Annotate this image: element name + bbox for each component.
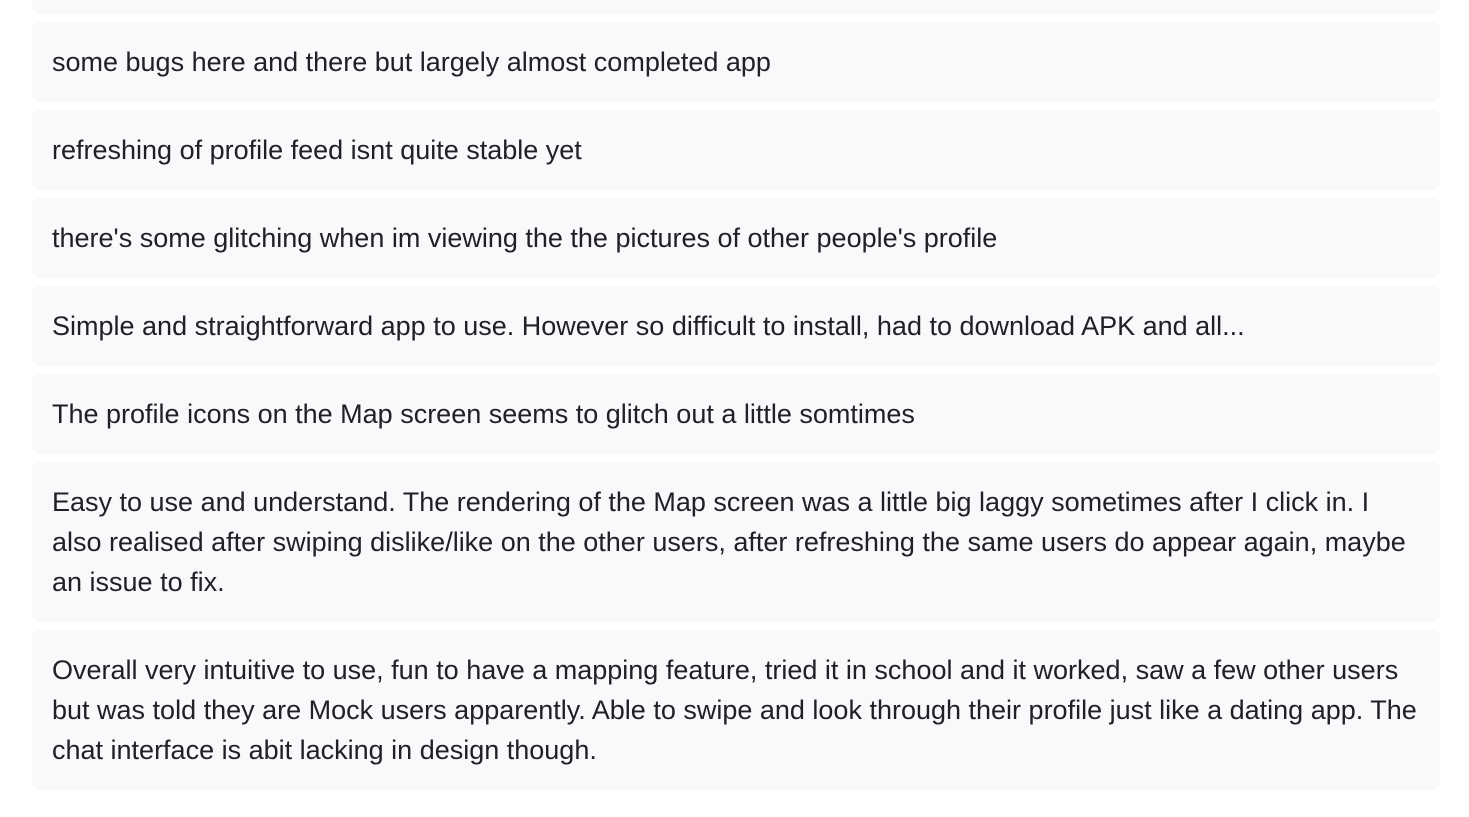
response-card: there's some glitching when im viewing t…	[32, 198, 1440, 278]
response-card: Overall very intuitive to use, fun to ha…	[32, 630, 1440, 790]
response-card: refreshing of profile feed isnt quite st…	[32, 110, 1440, 190]
response-card: Simple and straightforward app to use. H…	[32, 286, 1440, 366]
response-text: some bugs here and there but largely alm…	[52, 47, 771, 77]
response-card: The profile icons on the Map screen seem…	[32, 374, 1440, 454]
response-text: Simple and straightforward app to use. H…	[52, 311, 1245, 341]
response-card: Easy to use and understand. The renderin…	[32, 462, 1440, 622]
response-text: there's some glitching when im viewing t…	[52, 223, 998, 253]
response-text: The profile icons on the Map screen seem…	[52, 399, 915, 429]
response-card	[32, 0, 1440, 14]
response-list: some bugs here and there but largely alm…	[32, 0, 1440, 790]
response-card: some bugs here and there but largely alm…	[32, 22, 1440, 102]
response-text: refreshing of profile feed isnt quite st…	[52, 135, 582, 165]
response-text: Easy to use and understand. The renderin…	[52, 487, 1406, 597]
response-text: Overall very intuitive to use, fun to ha…	[52, 655, 1417, 765]
